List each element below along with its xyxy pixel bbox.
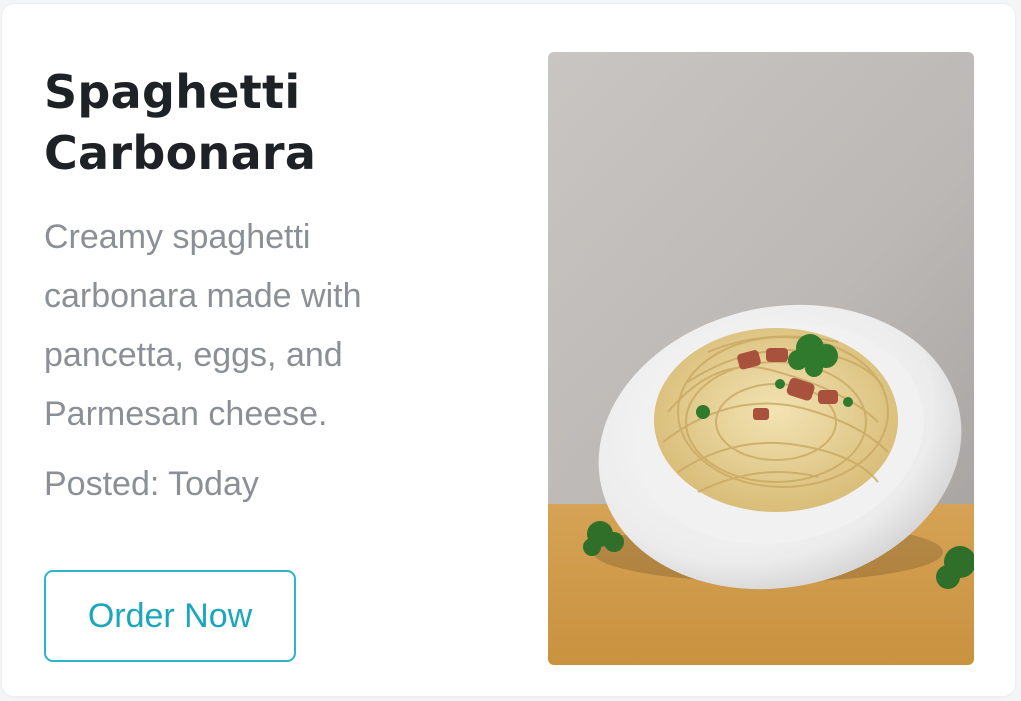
recipe-image	[548, 52, 974, 665]
recipe-description: Creamy spaghetti carbonara made with pan…	[44, 218, 362, 433]
card-content: Spaghetti Carbonara Creamy spaghetti car…	[44, 62, 514, 508]
recipe-title: Spaghetti Carbonara	[44, 65, 317, 180]
recipe-card: Spaghetti Carbonara Creamy spaghetti car…	[2, 4, 1015, 696]
order-now-button[interactable]: Order Now	[44, 570, 296, 662]
posted-date: Posted: Today	[44, 465, 259, 503]
